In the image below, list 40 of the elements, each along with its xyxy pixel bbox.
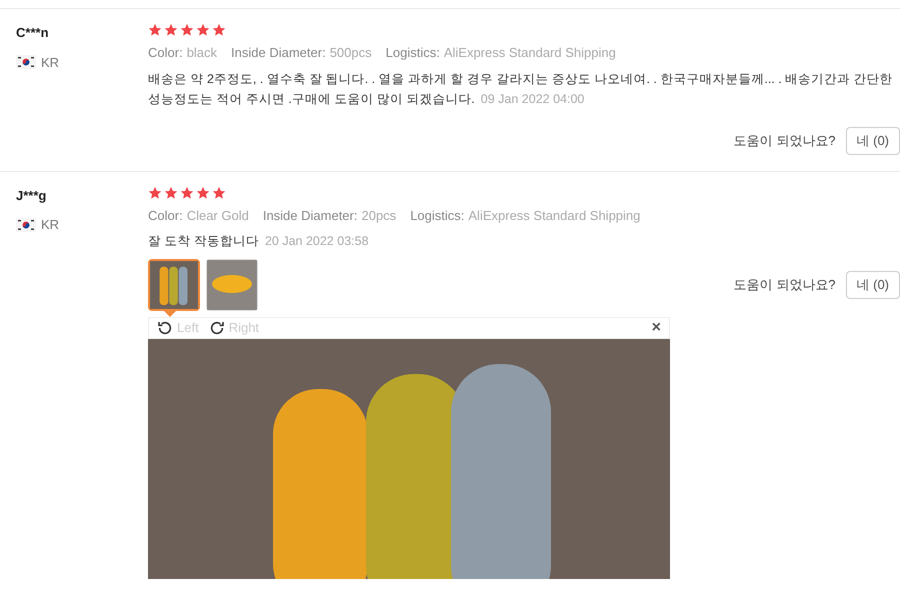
- star-icon: [164, 186, 178, 200]
- star-icon: [164, 23, 178, 37]
- helpful-question: 도움이 되었나요?: [734, 132, 836, 150]
- review-text: 잘 도착 작동합니다 20 Jan 2022 03:58: [148, 233, 370, 250]
- selection-pointer: [164, 311, 176, 317]
- star-icon: [148, 186, 162, 200]
- attribute-value: AliExpress Standard Shipping: [468, 206, 640, 225]
- attribute-value: black: [186, 44, 218, 62]
- attribute-label: Logistics:: [386, 44, 440, 62]
- country-code: KR: [41, 54, 60, 72]
- star-icon: [196, 186, 210, 200]
- attribute-label: Logistics:: [410, 206, 464, 225]
- band-photo: [207, 260, 257, 310]
- reviewer-name: J***g: [16, 186, 48, 205]
- attribute-value: 500pcs: [330, 44, 372, 62]
- helpful-yes-button[interactable]: 네 (0): [846, 271, 900, 299]
- flag-icon: [16, 218, 36, 232]
- attribute-label: Color:: [148, 44, 183, 62]
- attribute-label: Color:: [148, 206, 183, 224]
- star-icon: [212, 23, 226, 37]
- star-icon: [180, 23, 194, 37]
- flag-icon: [16, 55, 36, 70]
- star-icon: [180, 186, 194, 200]
- attribute-value: AliExpress Standard Shipping: [444, 44, 616, 62]
- rotate-left-icon: [157, 320, 173, 336]
- close-button[interactable]: ×: [652, 316, 661, 340]
- attribute-value: 20pcs: [361, 206, 396, 225]
- reviewer-name: C***n: [16, 24, 50, 42]
- star-icon: [196, 23, 210, 37]
- country-code: KR: [41, 216, 60, 234]
- helpful-yes-button[interactable]: 네 (0): [846, 126, 900, 154]
- helpful-question: 도움이 되었나요?: [734, 276, 836, 294]
- tubes-photo: [150, 261, 198, 309]
- review-text: 배송은 약 2주정도, . 열수축 잘 됩니다. . 열을 과하게 할 경우 갈라지는 증상도 나오네여. . 한국구매자분들께... . 배송기간과 간단한 성능정도는 적어 주시면 .구매에 도움이 많이 되겠습니다. 09 Jan 2022 04:00: [148, 70, 894, 108]
- attribute-label: Inside Diameter:: [262, 206, 358, 224]
- star-icon: [148, 23, 162, 37]
- rotate-right-icon: [208, 320, 225, 336]
- attribute-value: Clear Gold: [186, 206, 249, 224]
- attribute-label: Inside Diameter:: [231, 44, 326, 62]
- star-icon: [212, 186, 226, 200]
